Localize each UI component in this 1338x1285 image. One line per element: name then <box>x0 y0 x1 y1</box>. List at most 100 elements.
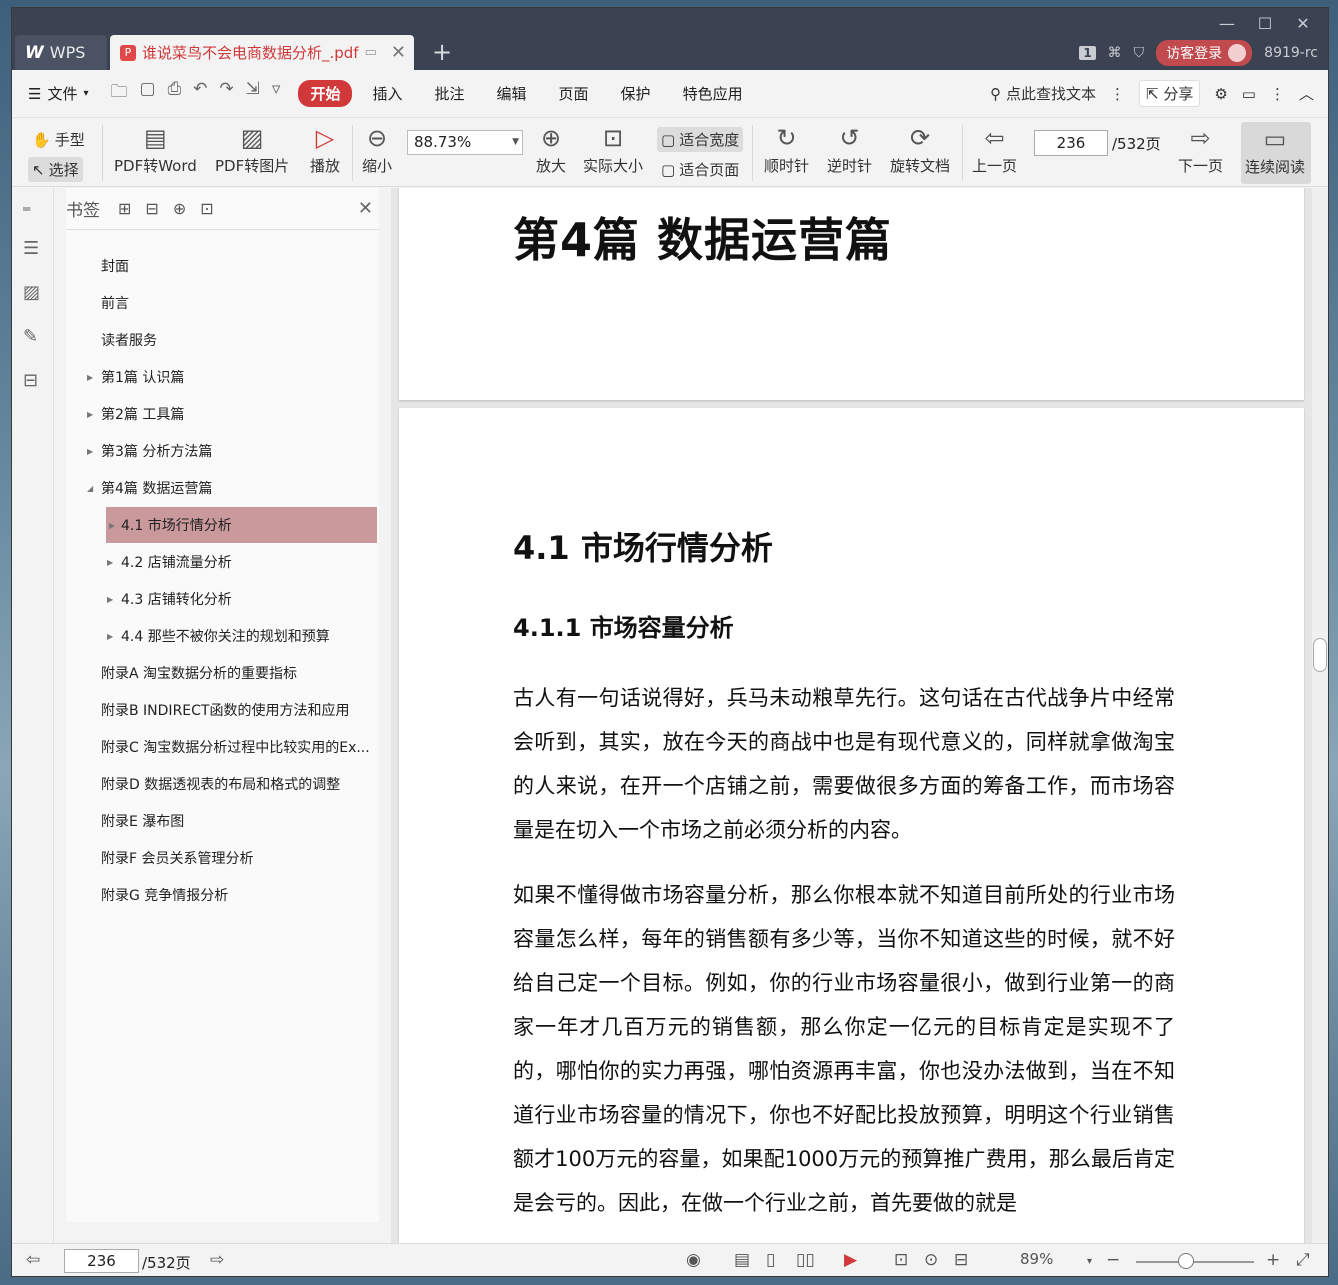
save-icon[interactable]: ▢ <box>140 79 156 108</box>
new-tab-button[interactable]: + <box>432 38 452 66</box>
two-page-view-icon[interactable]: ▯▯ <box>796 1250 815 1270</box>
zoom-select[interactable]: 88.73% ▼ <box>407 130 523 155</box>
caret-right-icon[interactable]: ▶ <box>87 373 93 382</box>
bookmark-item[interactable]: ▶ 4.2 店铺流量分析 <box>66 544 379 580</box>
maximize-icon[interactable]: ☐ <box>1246 12 1284 34</box>
caret-right-icon[interactable]: ▶ <box>109 521 115 530</box>
rotate-document-button[interactable]: ⟳ 旋转文档 <box>890 121 950 176</box>
rotate-counterclockwise-button[interactable]: ↺ 逆时针 <box>827 121 872 176</box>
continuous-view-icon[interactable]: ▯ <box>766 1250 775 1270</box>
bookmark-item[interactable]: 附录B INDIRECT函数的使用方法和应用 <box>66 692 379 728</box>
rotate-clockwise-button[interactable]: ↻ 顺时针 <box>764 121 809 176</box>
caret-right-icon[interactable]: ▶ <box>107 558 113 567</box>
continuous-reading-button[interactable]: ▭ 连续阅读 <box>1241 122 1311 184</box>
bookmark-item[interactable]: ▶ 第2篇 工具篇 <box>66 396 379 432</box>
play-button[interactable]: ▷ 播放 <box>310 121 340 176</box>
more-options-icon[interactable]: ⋮ <box>1270 85 1285 103</box>
pdf-to-word-button[interactable]: ▤ PDF转Word <box>114 121 197 176</box>
zoom-in-icon[interactable]: + <box>1266 1250 1280 1270</box>
add-bookmark-icon[interactable]: ⊕ <box>173 199 186 218</box>
prev-page-icon[interactable]: ⇦ <box>26 1250 40 1270</box>
next-page-icon[interactable]: ⇨ <box>210 1250 224 1270</box>
bookmark-item[interactable]: ▶ 4.4 那些不被你关注的规划和预算 <box>66 618 379 654</box>
fit-width-icon[interactable]: ⊟ <box>954 1250 968 1270</box>
menu-page[interactable]: 页面 <box>547 80 601 107</box>
bookmark-item[interactable]: ▶ 第3篇 分析方法篇 <box>66 433 379 469</box>
bookmark-item[interactable]: 附录C 淘宝数据分析过程中比较实用的Ex... <box>66 729 379 765</box>
bookmark-item[interactable]: ▶ 4.3 店铺转化分析 <box>66 581 379 617</box>
bookmark-item[interactable]: ◢ 第4篇 数据运营篇 <box>66 470 379 506</box>
gear-icon[interactable]: ⚙ <box>1214 85 1227 103</box>
actual-size-icon[interactable]: ⊡ <box>894 1250 908 1270</box>
previous-page-button[interactable]: ⇦ 上一页 <box>972 121 1017 176</box>
find-text[interactable]: ⚲ 点此查找文本 <box>990 83 1096 104</box>
skin-icon[interactable]: ⌘ <box>1108 45 1122 61</box>
export-icon[interactable]: ⇲ <box>246 79 260 108</box>
bookmark-item[interactable]: 读者服务 <box>66 322 379 358</box>
page-number-input[interactable]: 236 <box>1034 130 1108 156</box>
menu-protect[interactable]: 保护 <box>609 80 663 107</box>
bookmark-item[interactable]: 前言 <box>66 285 379 321</box>
caret-right-icon[interactable]: ▶ <box>107 632 113 641</box>
monitor-icon[interactable]: ▭ <box>365 45 377 60</box>
bookmark-item[interactable]: 附录A 淘宝数据分析的重要指标 <box>66 655 379 691</box>
bookmark-list-icon[interactable]: ☰ <box>23 238 39 259</box>
more-chevron-icon[interactable]: ▿ <box>272 79 281 108</box>
bookmark-item[interactable]: ▶ 4.1 市场行情分析 <box>106 507 377 543</box>
next-page-button[interactable]: ⇨ 下一页 <box>1178 121 1223 176</box>
close-tab-icon[interactable]: ✕ <box>391 42 406 63</box>
zoom-slider-track[interactable] <box>1136 1261 1254 1263</box>
undo-icon[interactable]: ↶ <box>193 79 207 108</box>
fullscreen-icon[interactable]: ⤢ <box>1296 1250 1310 1270</box>
wps-home-tab[interactable]: W WPS <box>15 35 107 70</box>
bookmark-item[interactable]: 附录G 竞争情报分析 <box>66 877 379 913</box>
document-tab[interactable]: P 谁说菜鸟不会电商数据分析_.pdf ▭ ✕ <box>110 35 414 70</box>
caret-right-icon[interactable]: ▶ <box>87 447 93 456</box>
menu-edit[interactable]: 编辑 <box>485 80 539 107</box>
collapse-all-icon[interactable]: ⊟ <box>145 199 158 218</box>
open-folder-icon[interactable]: 🗀 <box>111 79 128 108</box>
bookmark-settings-icon[interactable]: ⊡ <box>200 199 213 218</box>
menu-special[interactable]: 特色应用 <box>671 80 755 107</box>
expand-all-icon[interactable]: ⊞ <box>118 199 131 218</box>
bookmark-item[interactable]: 附录D 数据透视表的布局和格式的调整 <box>66 766 379 802</box>
redo-icon[interactable]: ↷ <box>219 79 233 108</box>
window-count-badge[interactable]: 1 <box>1079 46 1096 60</box>
actual-size-button[interactable]: ⊡ 实际大小 <box>583 121 643 176</box>
zoom-out-button[interactable]: ⊖ 缩小 <box>362 121 392 176</box>
chevron-down-icon[interactable]: ▾ <box>1087 1256 1092 1267</box>
play-icon[interactable]: ▶ <box>844 1250 857 1270</box>
eye-protection-icon[interactable]: ◉ <box>686 1250 701 1270</box>
zoom-slider-handle[interactable] <box>1178 1253 1194 1269</box>
print-icon[interactable]: ⎙ <box>168 79 182 108</box>
more-vertical-icon[interactable]: ⋮ <box>1110 85 1125 103</box>
thumbnail-icon[interactable]: ▨ <box>23 282 40 303</box>
caret-right-icon[interactable]: ▶ <box>107 595 113 604</box>
zoom-out-icon[interactable]: − <box>1106 1250 1120 1270</box>
shirt-icon[interactable]: ⛉ <box>1134 45 1145 61</box>
fit-width-button[interactable]: ▢ 适合宽度 <box>657 127 744 152</box>
file-menu[interactable]: ☰ 文件 ▾ <box>28 83 89 104</box>
zoom-in-button[interactable]: ⊕ 放大 <box>536 121 566 176</box>
caret-down-icon[interactable]: ◢ <box>87 484 93 493</box>
status-page-input[interactable]: 236 <box>64 1249 139 1273</box>
share-button[interactable]: ⇱ 分享 <box>1138 80 1201 107</box>
export-image-icon[interactable]: ⊟ <box>23 370 38 391</box>
close-icon[interactable]: ✕ <box>1284 12 1322 34</box>
comment-icon[interactable]: ▭ <box>1242 85 1256 103</box>
select-tool-button[interactable]: ↖ 选择 <box>28 157 83 182</box>
menu-start[interactable]: 开始 <box>298 80 353 107</box>
hand-tool-button[interactable]: ✋ 手型 <box>28 127 89 152</box>
annotation-icon[interactable]: ✎ <box>23 326 38 347</box>
guest-login-button[interactable]: 访客登录 <box>1156 40 1253 66</box>
bookmark-item[interactable]: ▶ 第1篇 认识篇 <box>66 359 379 395</box>
fit-page-button[interactable]: ▢ 适合页面 <box>657 157 743 182</box>
close-panel-icon[interactable]: ✕ <box>358 198 373 219</box>
zoom-percent[interactable]: 89% <box>1020 1250 1053 1268</box>
bookmark-item[interactable]: 附录F 会员关系管理分析 <box>66 840 379 876</box>
scroll-thumb[interactable] <box>1313 638 1327 672</box>
bookmark-item[interactable]: 封面 <box>66 248 379 284</box>
menu-insert[interactable]: 插入 <box>360 80 414 107</box>
single-page-view-icon[interactable]: ▤ <box>734 1250 750 1270</box>
drag-handle-icon[interactable]: ═ <box>23 202 30 216</box>
